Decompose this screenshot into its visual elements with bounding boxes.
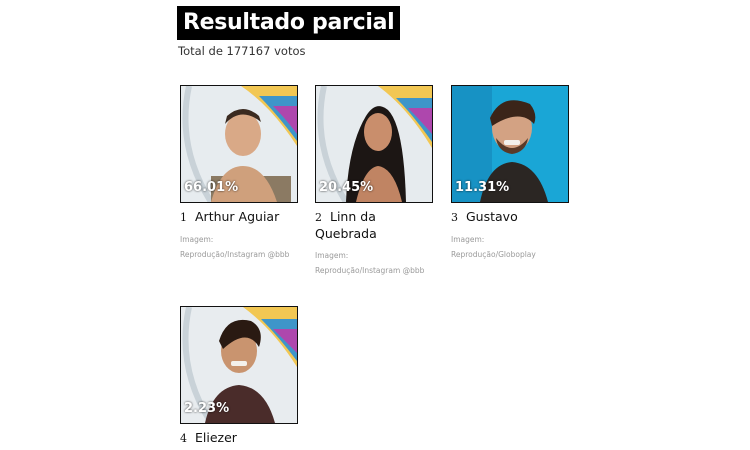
candidate-name-text: Eliezer <box>195 430 237 445</box>
candidate-rank: 4 <box>180 432 187 445</box>
total-votes: Total de 177167 votos <box>178 44 306 58</box>
candidate-card[interactable]: 11.31% 3 Gustavo Imagem: Reprodução/Globo… <box>451 85 569 262</box>
candidate-card[interactable]: 2.23% 4 Eliezer <box>180 306 298 447</box>
image-credit: Imagem: Reprodução/Instagram @bbb <box>315 251 425 275</box>
candidate-rank: 2 <box>315 211 322 224</box>
page-title: Resultado parcial <box>177 6 401 40</box>
candidate-name: 4 Eliezer <box>180 430 298 447</box>
image-credit: Imagem: Reprodução/Globoplay <box>451 235 536 259</box>
vote-percentage: 2.23% <box>184 401 230 416</box>
candidate-name: 2 Linn da Quebrada <box>315 209 433 242</box>
candidate-card[interactable]: 66.01% 1 Arthur Aguiar Imagem: Reprodução… <box>180 85 298 262</box>
candidate-photo: 66.01% <box>180 85 298 203</box>
candidate-photo: 20.45% <box>315 85 433 203</box>
candidate-name-text: Gustavo <box>466 209 518 224</box>
image-credit: Imagem: Reprodução/Instagram @bbb <box>180 235 290 259</box>
candidate-name: 1 Arthur Aguiar <box>180 209 298 226</box>
candidate-rank: 1 <box>180 211 187 224</box>
candidate-photo: 2.23% <box>180 306 298 424</box>
candidate-name-text: Linn da Quebrada <box>315 209 377 241</box>
candidate-name: 3 Gustavo <box>451 209 569 226</box>
vote-percentage: 66.01% <box>184 180 239 195</box>
candidate-card[interactable]: 20.45% 2 Linn da Quebrada Imagem: Reprodu… <box>315 85 433 278</box>
candidate-name-text: Arthur Aguiar <box>195 209 280 224</box>
vote-percentage: 20.45% <box>319 180 374 195</box>
candidate-rank: 3 <box>451 211 458 224</box>
vote-percentage: 11.31% <box>455 180 510 195</box>
candidate-photo: 11.31% <box>451 85 569 203</box>
